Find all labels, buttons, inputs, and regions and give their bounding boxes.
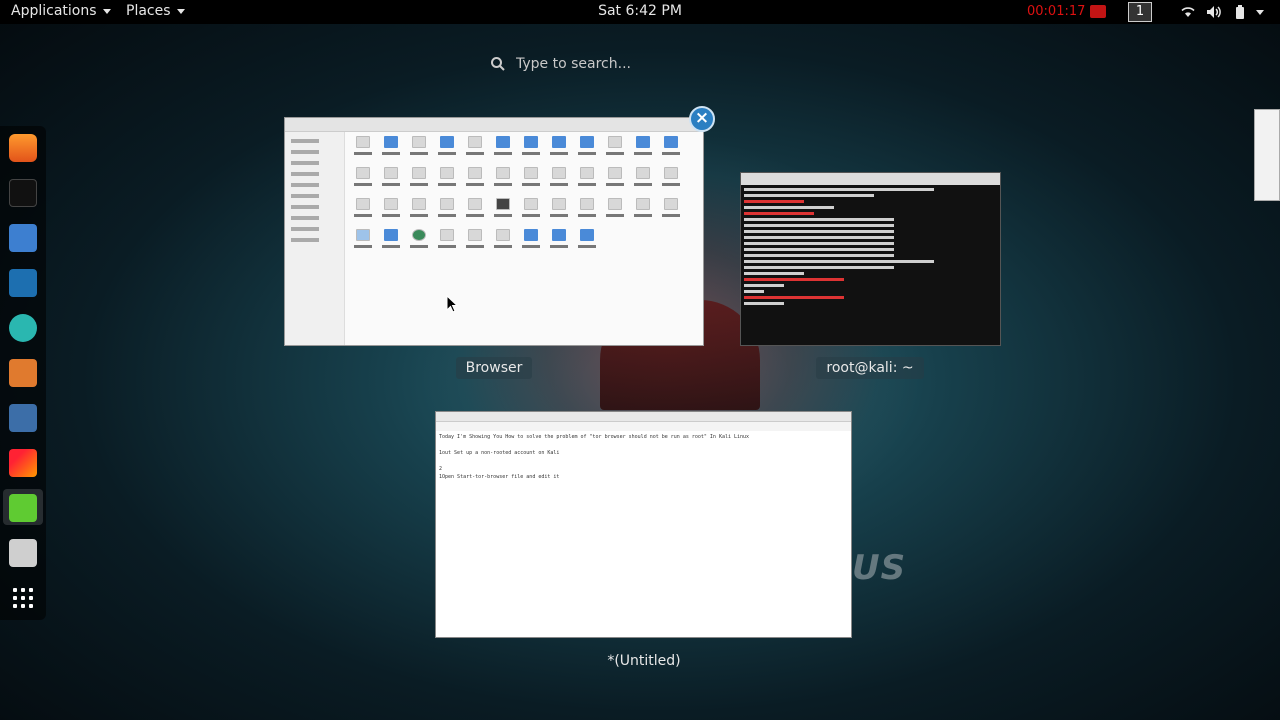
chevron-down-icon bbox=[102, 8, 111, 14]
top-bar: Applications Places Sat 6:42 PM 00:01:17… bbox=[0, 0, 1280, 24]
burpsuite-icon[interactable] bbox=[9, 359, 37, 387]
search-input[interactable] bbox=[516, 56, 756, 72]
terminal-caption: root@kali: ~ bbox=[810, 357, 930, 379]
clock: Sat 6:42 PM bbox=[0, 3, 1280, 19]
file-grid bbox=[349, 136, 697, 248]
metasploit-icon[interactable] bbox=[9, 269, 37, 297]
armitage-icon[interactable] bbox=[9, 314, 37, 342]
dash-dock bbox=[0, 126, 46, 620]
editor-line: 2 bbox=[439, 466, 443, 472]
terminal-headerbar bbox=[741, 173, 1000, 185]
applications-label: Applications bbox=[11, 3, 97, 19]
applications-menu[interactable]: Applications bbox=[11, 3, 111, 19]
wifi-icon[interactable] bbox=[1180, 4, 1196, 20]
faraday-icon[interactable] bbox=[9, 449, 37, 477]
files-icon[interactable] bbox=[9, 224, 37, 252]
places-label: Places bbox=[126, 3, 171, 19]
mouse-pointer-icon bbox=[446, 295, 458, 313]
recording-timer: 00:01:17 bbox=[1027, 4, 1086, 19]
file-manager-sidebar bbox=[285, 132, 345, 345]
terminal-caption-label: root@kali: ~ bbox=[816, 357, 924, 379]
file-manager-headerbar bbox=[285, 118, 703, 132]
system-menu-chevron-down-icon[interactable] bbox=[1256, 10, 1264, 15]
text-editor-caption: *(Untitled) bbox=[594, 653, 694, 669]
file-manager-caption-label: Browser bbox=[455, 357, 533, 379]
activities-search bbox=[490, 52, 790, 76]
text-editor-window[interactable]: Today I'm Showing You How to solve the p… bbox=[435, 411, 852, 638]
close-icon: × bbox=[694, 108, 710, 128]
text-editor-icon[interactable] bbox=[9, 494, 37, 522]
chevron-down-icon bbox=[176, 8, 185, 14]
recorder-icon[interactable] bbox=[1090, 5, 1106, 18]
file-manager-window[interactable] bbox=[284, 117, 704, 346]
workspace-thumbnail[interactable] bbox=[1254, 109, 1280, 201]
text-editor-menubar bbox=[436, 422, 851, 431]
terminal-window[interactable] bbox=[740, 172, 1001, 346]
close-window-button[interactable]: × bbox=[689, 106, 715, 132]
file-manager-caption: Browser bbox=[444, 357, 544, 379]
text-editor-content[interactable]: Today I'm Showing You How to solve the p… bbox=[436, 431, 851, 483]
text-editor-caption-label: *(Untitled) bbox=[607, 653, 681, 669]
firefox-icon[interactable] bbox=[9, 134, 37, 162]
workspace-indicator[interactable]: 1 bbox=[1128, 2, 1152, 22]
search-icon bbox=[491, 57, 505, 71]
editor-line: 1out Set up a non-rooted account on Kali bbox=[439, 450, 560, 456]
volume-icon[interactable] bbox=[1205, 4, 1221, 20]
battery-icon[interactable] bbox=[1232, 4, 1248, 20]
terminal-icon[interactable] bbox=[9, 179, 37, 207]
maltego-icon[interactable] bbox=[9, 404, 37, 432]
places-menu[interactable]: Places bbox=[126, 3, 185, 19]
show-apps-icon[interactable] bbox=[9, 584, 37, 612]
other-app-icon[interactable] bbox=[9, 539, 37, 567]
text-editor-titlebar bbox=[436, 412, 851, 422]
wallpaper-logo: US bbox=[852, 548, 907, 588]
editor-line: Today I'm Showing You How to solve the p… bbox=[439, 434, 750, 440]
clock-label[interactable]: Sat 6:42 PM bbox=[598, 3, 682, 19]
editor-line: 1Open Start-tor-browser file and edit it bbox=[439, 474, 560, 480]
